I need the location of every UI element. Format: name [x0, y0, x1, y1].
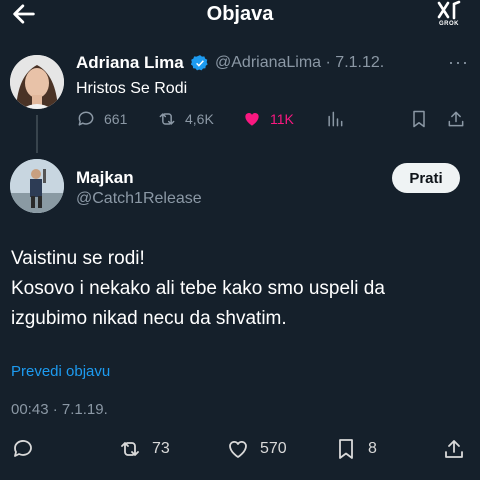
- original-post-text: Hristos Se Rodi: [76, 80, 188, 97]
- original-handle-date[interactable]: @AdrianaLima · 7.1.12.: [215, 54, 384, 72]
- repost-icon: [159, 113, 175, 125]
- reply-author-handle[interactable]: @Catch1Release: [76, 190, 202, 208]
- top-bar: Objava GROK: [0, 0, 480, 30]
- bookmark-icon: [413, 110, 425, 128]
- reply-text-line: izgubimo nikad necu da shvatim.: [11, 308, 287, 329]
- reply-icon: [14, 440, 32, 457]
- reply-post-text: Vaistinu se rodi! Kosovo i nekako ali te…: [11, 244, 471, 334]
- share-icon: [448, 111, 464, 127]
- like-count: 11K: [270, 111, 294, 127]
- like-action[interactable]: 570: [226, 436, 287, 462]
- like-action[interactable]: 11K: [242, 108, 294, 130]
- reply-count: 661: [104, 111, 128, 127]
- bookmark-icon: [339, 439, 353, 459]
- thread-connector: [36, 115, 38, 153]
- reply-text-line: Vaistinu se rodi!: [11, 248, 145, 269]
- repost-count: 73: [152, 440, 170, 457]
- repost-count: 4,6K: [185, 111, 214, 127]
- share-action[interactable]: [442, 436, 466, 462]
- avatar-majkan[interactable]: [10, 159, 64, 213]
- more-icon[interactable]: ···: [448, 52, 469, 73]
- reply-icon: [78, 111, 94, 126]
- share-action[interactable]: [446, 108, 466, 130]
- heart-icon: [229, 440, 247, 458]
- reply-action[interactable]: 661: [76, 108, 127, 130]
- repost-action[interactable]: 4,6K: [157, 108, 214, 130]
- grok-icon[interactable]: GROK: [434, 0, 464, 28]
- reply-author-name[interactable]: Majkan: [76, 168, 134, 188]
- original-author-name[interactable]: Adriana Lima: [76, 53, 184, 73]
- verified-badge-icon: [190, 54, 209, 72]
- like-count: 570: [260, 440, 287, 457]
- grok-label: GROK: [439, 21, 459, 27]
- views-action[interactable]: [325, 108, 345, 130]
- reply-text-line: Kosovo i nekako ali tebe kako smo uspeli…: [11, 278, 385, 299]
- avatar-adriana-lima[interactable]: [10, 55, 64, 109]
- bookmark-count: 8: [368, 440, 377, 457]
- post-timestamp[interactable]: 00:43 · 7.1.19.: [11, 401, 108, 418]
- page-title: Objava: [206, 3, 274, 25]
- follow-button[interactable]: Prati: [392, 163, 460, 193]
- translate-post-link[interactable]: Prevedi objavu: [11, 363, 110, 380]
- views-icon: [328, 111, 343, 127]
- bookmark-action[interactable]: [409, 108, 429, 130]
- share-icon: [445, 440, 463, 458]
- reply-action[interactable]: [11, 436, 35, 462]
- heart-icon: [245, 113, 259, 126]
- bookmark-action[interactable]: 8: [334, 436, 377, 462]
- repost-icon: [121, 442, 139, 456]
- repost-action[interactable]: 73: [118, 436, 170, 462]
